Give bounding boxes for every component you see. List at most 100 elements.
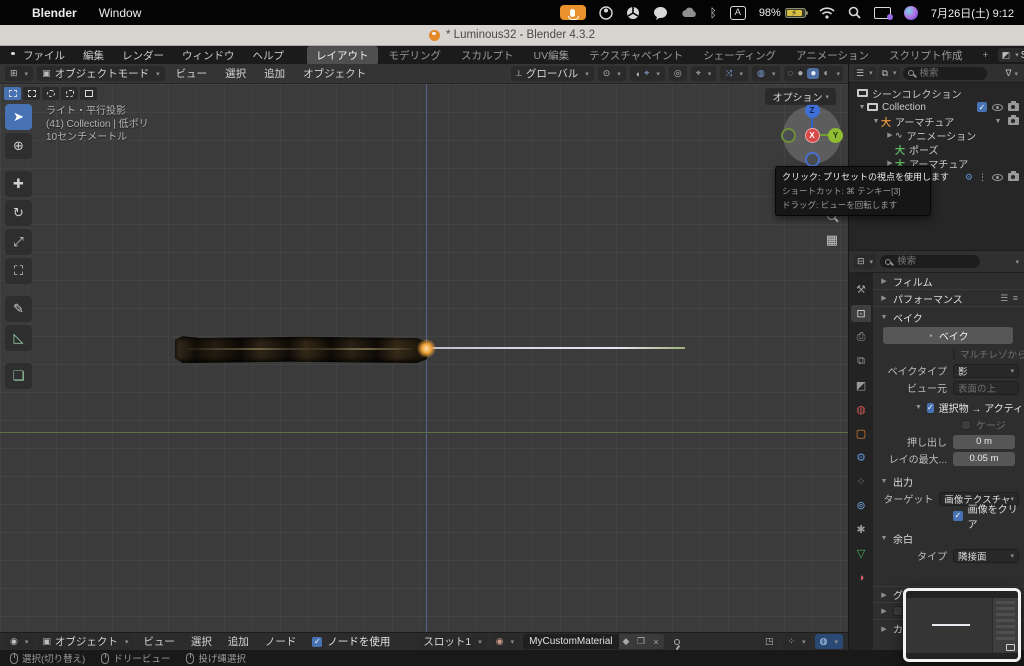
tool-cursor[interactable]: ⊕ — [5, 133, 32, 159]
properties-editor-type[interactable]: ⊟ ▾ — [854, 254, 877, 269]
outliner-display-mode[interactable]: ☰ ▾ — [853, 66, 876, 80]
view-from-dropdown[interactable]: 表面の上 — [953, 380, 1019, 395]
panel-film[interactable]: ▶ フィルム — [873, 273, 1024, 290]
panel-performance[interactable]: ▶ パフォーマンス ☰ ≡ — [873, 290, 1024, 307]
shader-editor-type-button[interactable]: ◉ ▾ — [5, 634, 34, 649]
outliner-row-animation[interactable]: ▶ ∿ アニメーション — [849, 128, 1024, 143]
props-tab-material[interactable]: ◑ — [851, 569, 871, 586]
sel-to-active-checkbox[interactable]: ✓ — [926, 402, 934, 413]
props-tab-constraints[interactable]: ✱ — [851, 521, 871, 538]
siri-icon[interactable] — [903, 5, 918, 20]
eye-icon[interactable] — [992, 173, 1003, 181]
obs-status-icon[interactable] — [598, 5, 613, 20]
proportional-edit-button[interactable]: ◎ — [668, 66, 687, 81]
wheel-status-icon[interactable] — [626, 6, 640, 20]
margin-type-dropdown[interactable]: 隣接面 ▾ — [953, 548, 1019, 563]
freestyle-checkbox[interactable] — [893, 606, 903, 616]
tab-animation[interactable]: アニメーション — [787, 46, 878, 65]
props-tab-render[interactable]: ⊡ — [851, 305, 871, 322]
cloud-status-icon[interactable] — [681, 7, 697, 19]
properties-options-dropdown[interactable]: ▾ — [1015, 258, 1019, 266]
gizmo-axis-x[interactable]: X — [804, 127, 820, 143]
object-menu[interactable]: オブジェクト — [303, 66, 366, 81]
funnel-filter-icon[interactable]: ∇ ▾ — [1005, 68, 1020, 79]
input-source-menu[interactable]: A — [729, 5, 746, 20]
camera-render-icon[interactable] — [1008, 101, 1019, 111]
menu-help[interactable]: ヘルプ — [253, 48, 285, 63]
preset-list-icon[interactable]: ☰ ≡ — [1000, 293, 1024, 304]
multires-checkbox[interactable] — [953, 348, 955, 359]
slot-selector[interactable]: スロット1 ▾ — [418, 634, 487, 649]
props-tab-particles[interactable]: ⁘ — [851, 473, 871, 490]
line-app-icon[interactable] — [653, 6, 668, 20]
outliner-filter-mode[interactable]: ⧉ ▾ — [878, 66, 900, 80]
tab-layout[interactable]: レイアウト — [307, 45, 378, 65]
app-menu-blender[interactable]: Blender — [32, 6, 77, 20]
shader-preview-button[interactable]: ◍ ▾ — [814, 634, 843, 649]
props-tab-viewlayer[interactable]: ⧉ — [851, 353, 871, 370]
tool-transform[interactable]: ⛶ — [5, 258, 32, 284]
transform-orientation[interactable]: ⟂ グローバル ▾ — [510, 66, 594, 81]
toggle-ortho-icon[interactable]: ▦ — [826, 232, 838, 248]
material-name-field[interactable]: MyCustomMaterial — [523, 634, 619, 649]
props-tab-world[interactable]: ◍ — [851, 401, 871, 418]
clear-image-checkbox[interactable]: ✓ — [953, 510, 963, 521]
shader-select-menu[interactable]: 選択 — [191, 634, 212, 649]
bluetooth-icon[interactable]: ᛒ — [710, 6, 717, 20]
expand-icon[interactable]: ▶ — [885, 131, 895, 139]
menu-window[interactable]: ウィンドウ — [182, 48, 235, 63]
app-menu-window[interactable]: Window — [99, 6, 142, 20]
select-mode-lasso[interactable] — [61, 87, 78, 100]
props-tab-object[interactable]: ▢ — [851, 425, 871, 442]
shading-material-button[interactable]: ● — [807, 68, 820, 79]
tool-rotate[interactable]: ↻ — [5, 200, 32, 226]
expand-icon[interactable]: ▼ — [857, 104, 867, 111]
tool-add-cube[interactable]: ❏ — [5, 363, 32, 389]
select-mode-paint[interactable] — [80, 87, 97, 100]
props-tab-tool[interactable]: ⚒ — [851, 281, 871, 298]
menubar-clock[interactable]: 7月26日(土) 9:12 — [931, 5, 1014, 21]
screen-preview-window[interactable] — [903, 588, 1021, 662]
shading-rendered-button[interactable]: ◐ — [823, 68, 829, 79]
mesh-object-scabbard[interactable] — [175, 336, 427, 363]
shader-add-menu[interactable]: 追加 — [228, 634, 249, 649]
bake-button[interactable]: ◔ ベイク — [883, 327, 1013, 344]
view-menu[interactable]: ビュー — [176, 66, 208, 81]
navigation-gizmo[interactable]: Z Y X — [781, 103, 843, 167]
scene-selector[interactable]: ◩▾ Scene ⚲ — [997, 48, 1024, 62]
screen-mirroring-icon[interactable] — [873, 6, 893, 20]
menu-edit[interactable]: 編集 — [83, 48, 104, 63]
props-tab-scene[interactable]: ◩ — [851, 377, 871, 394]
select-mode-circle[interactable] — [42, 87, 59, 100]
battery-indicator[interactable]: 98% ⚡ — [759, 7, 808, 19]
props-tab-output[interactable]: ⎙ — [851, 329, 871, 346]
menu-file[interactable]: ファイル — [23, 48, 65, 63]
expand-icon[interactable]: ▼ — [871, 118, 881, 125]
add-menu[interactable]: 追加 — [264, 66, 285, 81]
modifier-wrench-icon[interactable]: ⚙ — [965, 172, 973, 183]
use-nodes-checkbox[interactable]: ✓ — [312, 636, 323, 647]
tab-uv[interactable]: UV編集 — [525, 46, 579, 65]
extrusion-value[interactable]: 0 m — [953, 434, 1015, 449]
collection-checkbox[interactable]: ✓ — [977, 102, 987, 112]
shader-snap-button[interactable]: ◳ — [760, 634, 779, 649]
cage-checkbox[interactable] — [961, 419, 971, 430]
gizmo-axis-z[interactable]: Z — [804, 103, 820, 118]
options-dropdown[interactable]: オプション ▾ — [765, 88, 836, 105]
armature-bone-line[interactable] — [428, 347, 685, 349]
tab-modeling[interactable]: モデリング — [380, 46, 451, 65]
tool-measure[interactable]: ◺ — [5, 325, 32, 351]
outliner-row-collection[interactable]: ▼ Collection ✓ — [849, 100, 1024, 114]
outliner-row-armature[interactable]: ▼ 大 アーマチュア ▼ — [849, 114, 1024, 129]
gizmo-axis-neg-z[interactable] — [804, 152, 820, 167]
spotlight-icon[interactable] — [848, 6, 861, 19]
copy-material-button[interactable]: ❐ — [633, 634, 649, 649]
viewport-3d[interactable]: ➤ ⊕ ✚ ↻ ⤢ ⛶ ✎ ◺ ❏ ライト・平行投影 (41) Collecti… — [0, 84, 848, 632]
mic-indicator[interactable] — [559, 5, 586, 20]
ray-distance-value[interactable]: 0.05 m — [953, 451, 1015, 466]
outliner-row-pose[interactable]: 大 ポーズ — [849, 142, 1024, 157]
panel-output[interactable]: ▼ 出力 — [873, 473, 1024, 490]
shading-wireframe-button[interactable]: ◌ — [787, 68, 793, 79]
select-mode-box[interactable] — [23, 87, 40, 100]
unlink-material-button[interactable]: × — [648, 634, 664, 649]
